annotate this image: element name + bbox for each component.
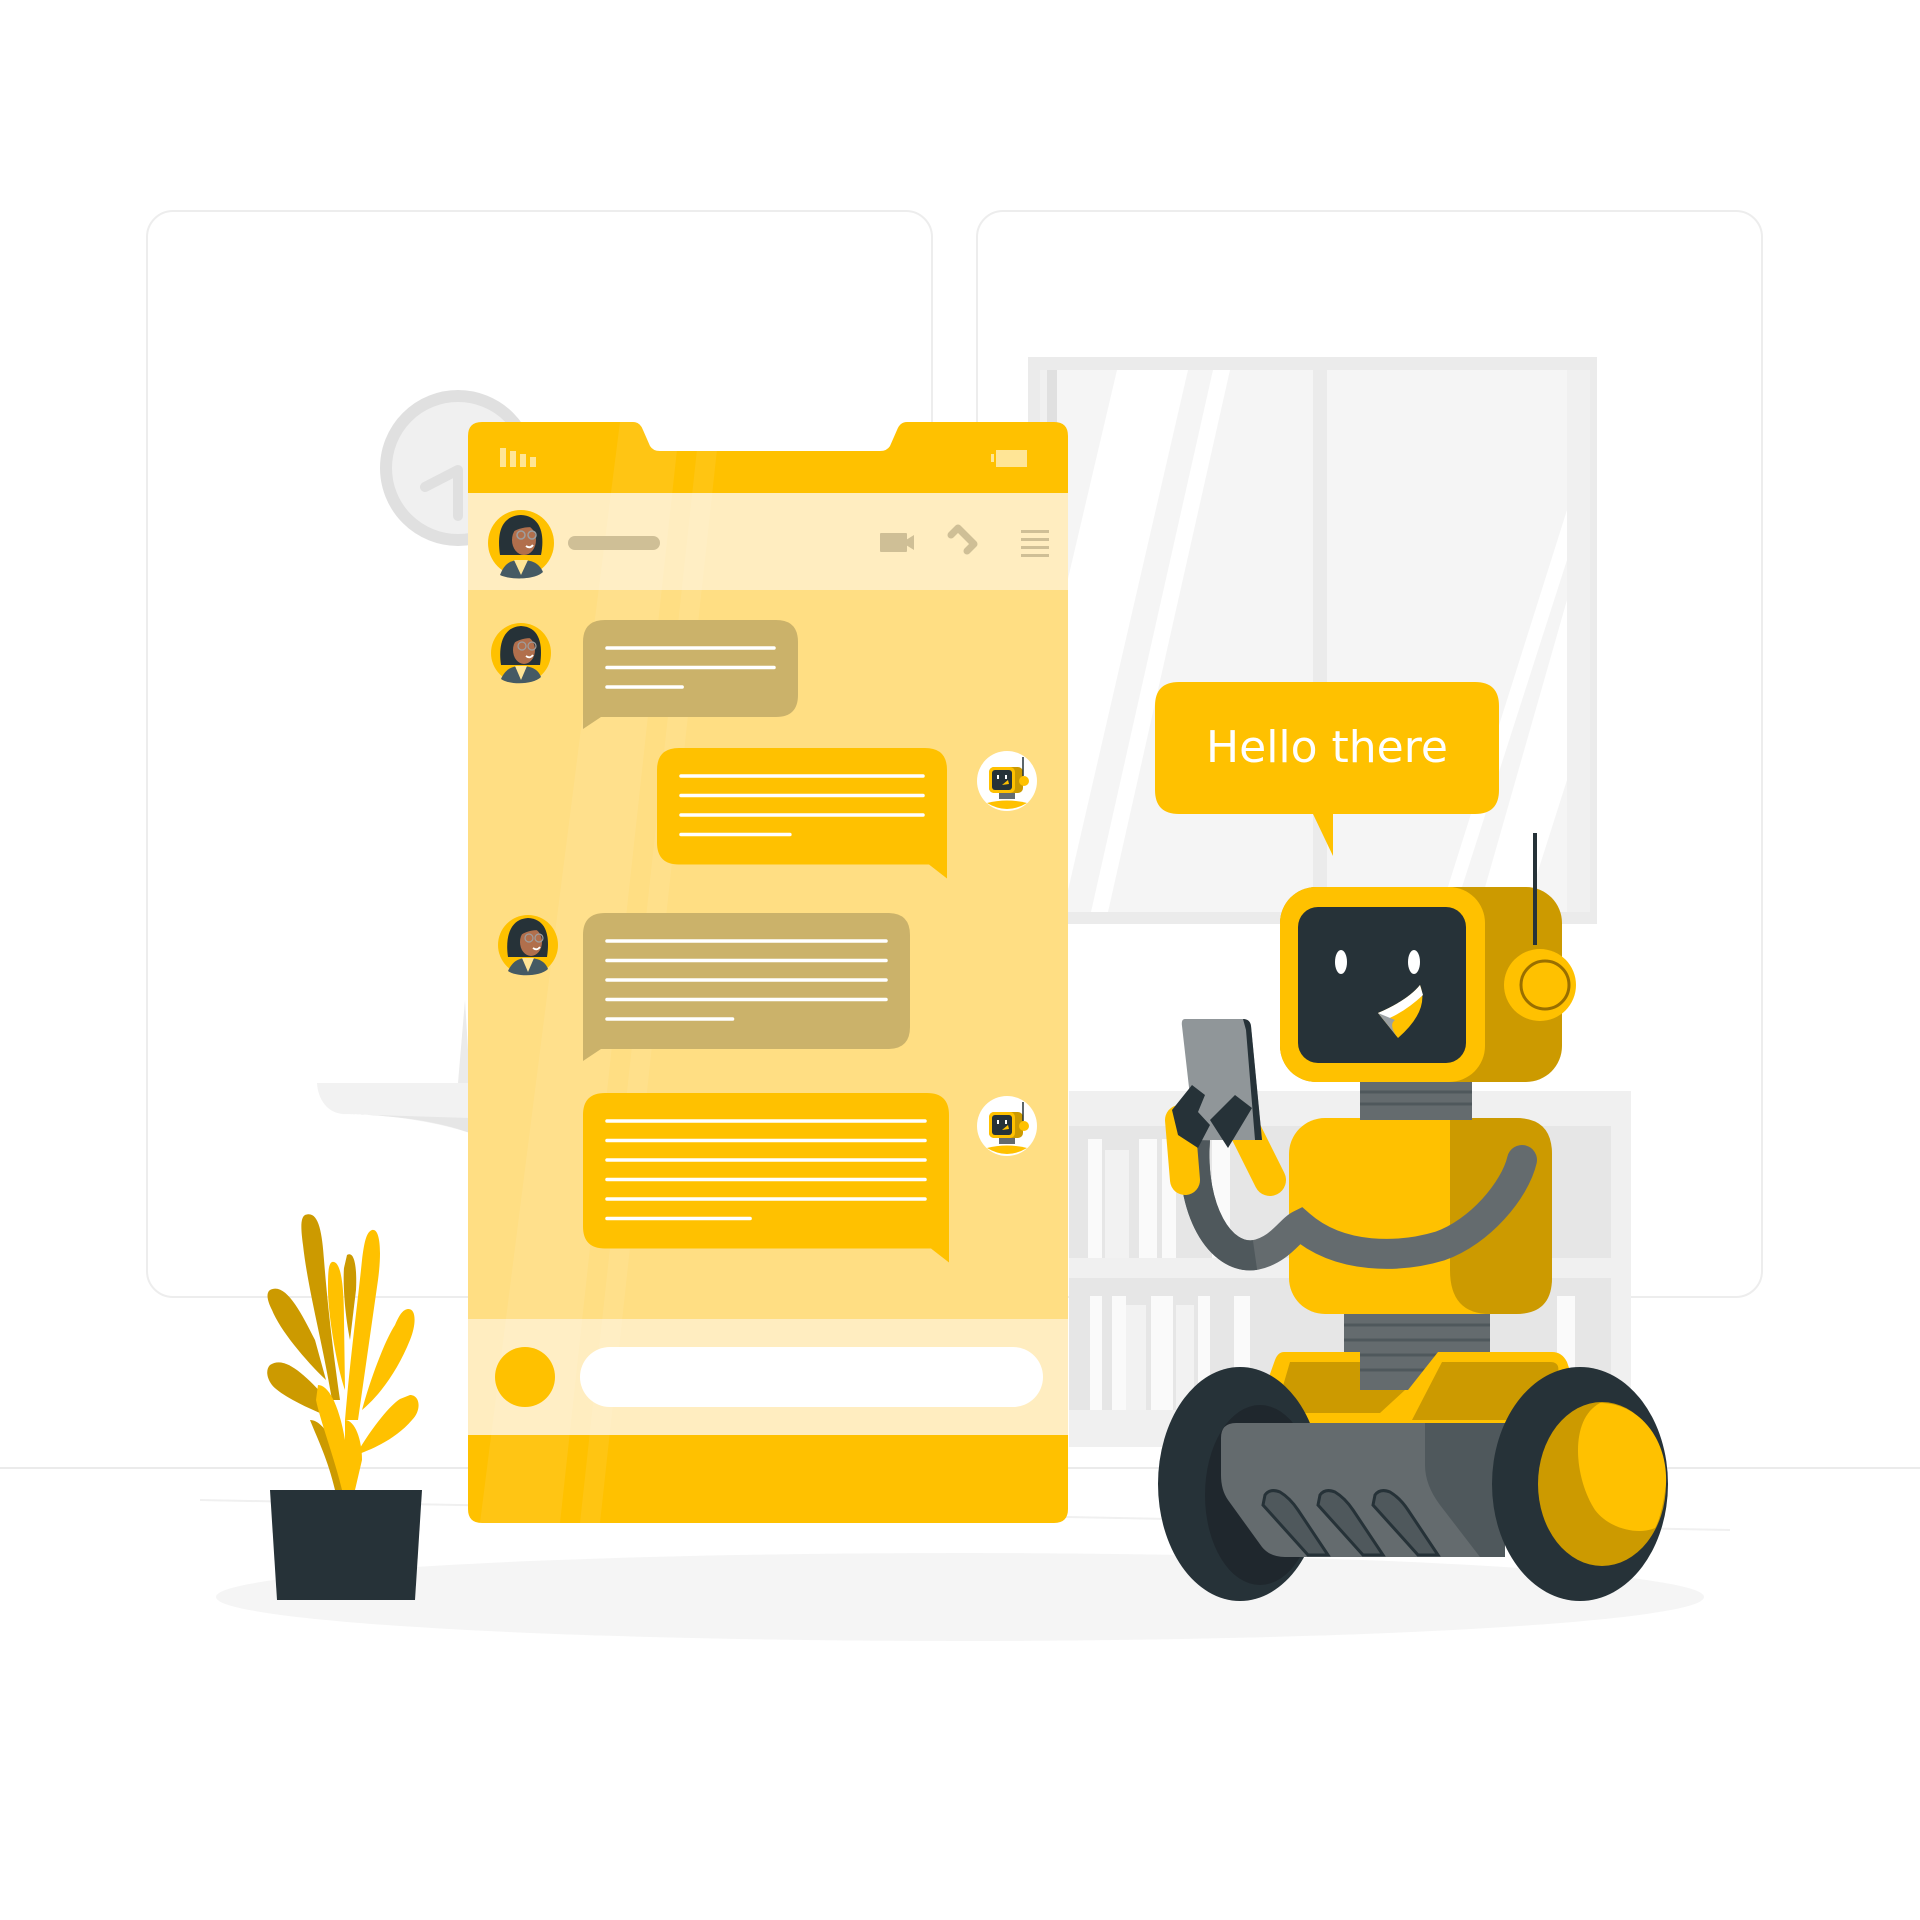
robot-eye-left [1335,950,1347,974]
phone-mockup [468,422,1068,1523]
message-bubble [583,913,910,1061]
contact-header [468,493,1068,590]
robot-avatar[interactable] [977,1096,1037,1156]
plant-pot [270,1490,422,1600]
speech-bubble-text: Hello there [1206,722,1448,773]
attach-button[interactable] [495,1347,555,1407]
robot-face-screen [1298,907,1466,1063]
message-input[interactable] [580,1347,1043,1407]
woman-avatar[interactable] [498,915,558,976]
battery-icon [991,450,1027,467]
ground-shadow [216,1553,1704,1641]
robot-avatar[interactable] [977,751,1037,811]
message-bubble [583,620,798,729]
robot-eye-right [1408,950,1420,974]
scene: Hello there [0,210,1920,1641]
window [1028,357,1597,924]
contact-name-placeholder [568,536,660,550]
woman-avatar-icon [499,515,543,579]
woman-avatar[interactable] [491,623,551,684]
